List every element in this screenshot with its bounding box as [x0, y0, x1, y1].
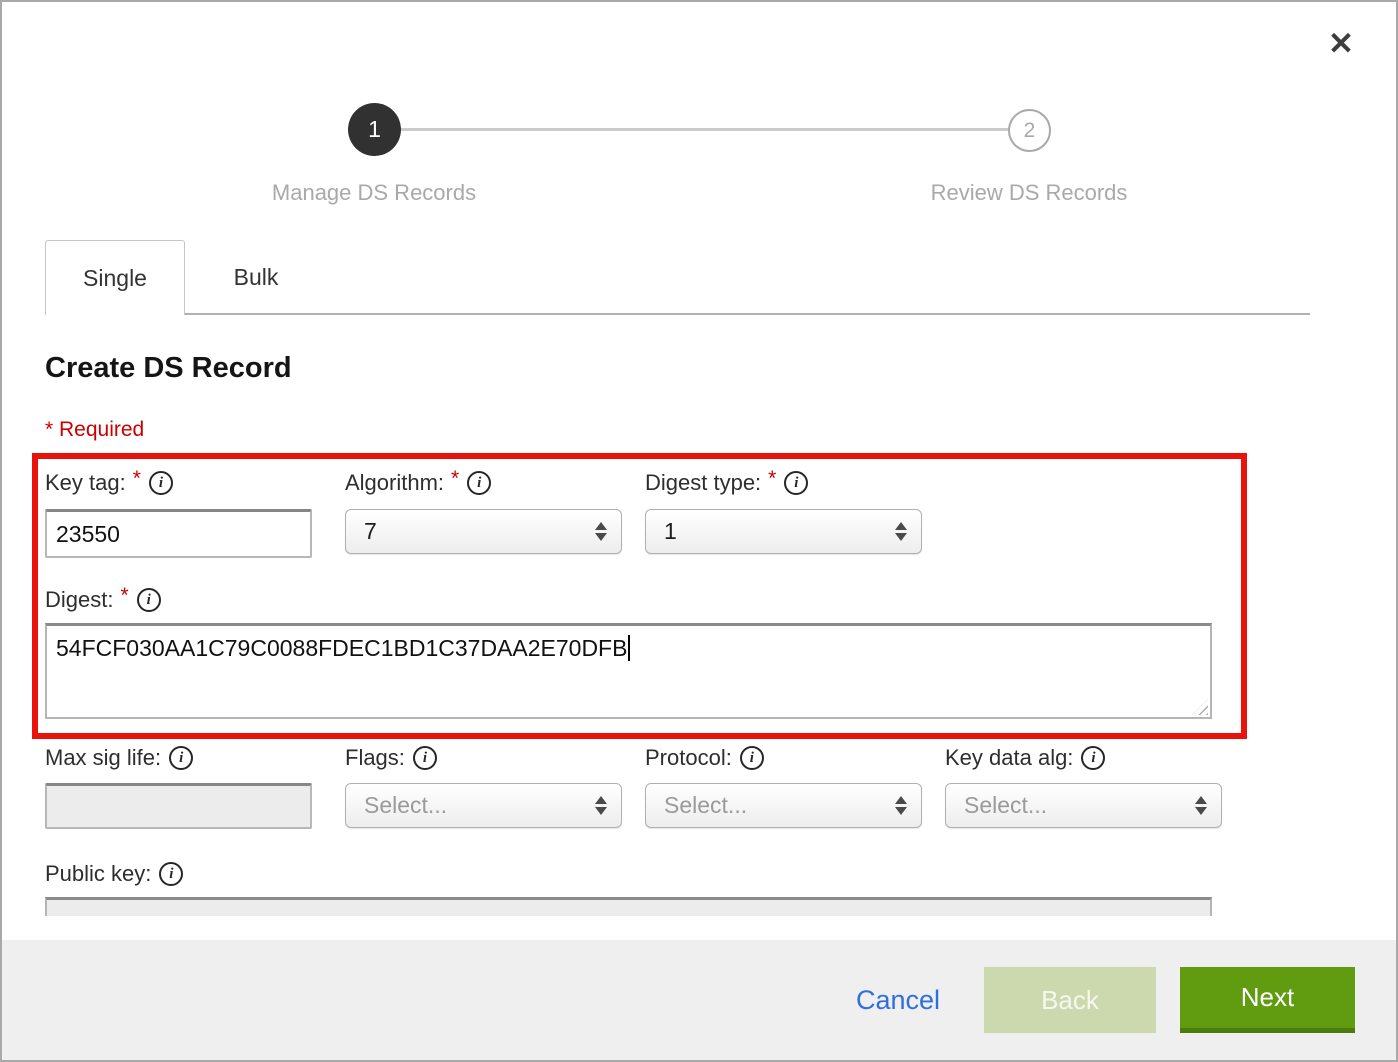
key-data-alg-select-value: Select...: [964, 792, 1195, 819]
tab-bulk[interactable]: Bulk: [185, 241, 327, 314]
resize-handle-icon[interactable]: [1192, 699, 1208, 715]
step-2-label: Review DS Records: [931, 180, 1128, 206]
back-button[interactable]: Back: [984, 967, 1156, 1033]
algorithm-label: Algorithm: * i: [345, 470, 491, 496]
tab-underline: [184, 313, 1310, 315]
public-key-info-icon[interactable]: i: [159, 862, 183, 886]
key-tag-required-asterisk: *: [133, 467, 141, 491]
modal-footer: Cancel Back Next: [2, 940, 1396, 1060]
protocol-info-icon[interactable]: i: [740, 746, 764, 770]
step-1-label: Manage DS Records: [272, 180, 476, 206]
digest-value: 54FCF030AA1C79C0088FDEC1BD1C37DAA2E70DFB: [56, 635, 627, 661]
digest-info-icon[interactable]: i: [137, 588, 161, 612]
digest-type-select[interactable]: 1: [645, 509, 922, 554]
digest-type-select-value: 1: [664, 518, 895, 545]
digest-type-label: Digest type: * i: [645, 470, 808, 496]
cancel-button[interactable]: Cancel: [856, 985, 940, 1016]
digest-type-info-icon[interactable]: i: [784, 471, 808, 495]
tab-bulk-label: Bulk: [234, 264, 279, 291]
digest-textarea[interactable]: 54FCF030AA1C79C0088FDEC1BD1C37DAA2E70DFB: [45, 623, 1212, 719]
algorithm-info-icon[interactable]: i: [467, 471, 491, 495]
public-key-textarea[interactable]: [45, 897, 1212, 916]
step-1-circle: 1: [348, 103, 401, 156]
digest-required-asterisk: *: [120, 584, 128, 608]
protocol-select[interactable]: Select...: [645, 783, 922, 828]
create-ds-record-modal: ✕ 1 2 Manage DS Records Review DS Record…: [0, 0, 1398, 1062]
max-sig-life-info-icon[interactable]: i: [169, 746, 193, 770]
select-arrows-icon: [1195, 796, 1207, 815]
key-tag-info-icon[interactable]: i: [149, 471, 173, 495]
tab-single-label: Single: [83, 265, 147, 292]
flags-select-value: Select...: [364, 792, 595, 819]
key-data-alg-label: Key data alg: i: [945, 745, 1105, 771]
key-data-alg-select[interactable]: Select...: [945, 783, 1222, 828]
key-tag-input[interactable]: [45, 509, 312, 558]
algorithm-select[interactable]: 7: [345, 509, 622, 554]
protocol-select-value: Select...: [664, 792, 895, 819]
select-arrows-icon: [895, 796, 907, 815]
step-2-circle: 2: [1008, 109, 1051, 152]
text-cursor: [628, 635, 630, 661]
page-title: Create DS Record: [45, 352, 292, 385]
flags-select[interactable]: Select...: [345, 783, 622, 828]
key-tag-label: Key tag: * i: [45, 470, 173, 496]
tab-single[interactable]: Single: [45, 240, 185, 315]
stepper-connector: [374, 128, 1029, 131]
max-sig-life-input[interactable]: [45, 783, 312, 829]
select-arrows-icon: [895, 522, 907, 541]
max-sig-life-label: Max sig life: i: [45, 745, 193, 771]
required-note: * Required: [45, 418, 144, 442]
flags-label: Flags: i: [345, 745, 437, 771]
protocol-label: Protocol: i: [645, 745, 764, 771]
algorithm-select-value: 7: [364, 518, 595, 545]
step-1-number: 1: [368, 116, 381, 143]
digest-label: Digest: * i: [45, 587, 161, 613]
select-arrows-icon: [595, 522, 607, 541]
step-2-number: 2: [1024, 119, 1036, 143]
algorithm-required-asterisk: *: [451, 467, 459, 491]
close-icon[interactable]: ✕: [1328, 28, 1354, 59]
next-button[interactable]: Next: [1180, 967, 1355, 1033]
select-arrows-icon: [595, 796, 607, 815]
flags-info-icon[interactable]: i: [413, 746, 437, 770]
public-key-label: Public key: i: [45, 861, 183, 887]
digest-type-required-asterisk: *: [768, 467, 776, 491]
key-data-alg-info-icon[interactable]: i: [1081, 746, 1105, 770]
